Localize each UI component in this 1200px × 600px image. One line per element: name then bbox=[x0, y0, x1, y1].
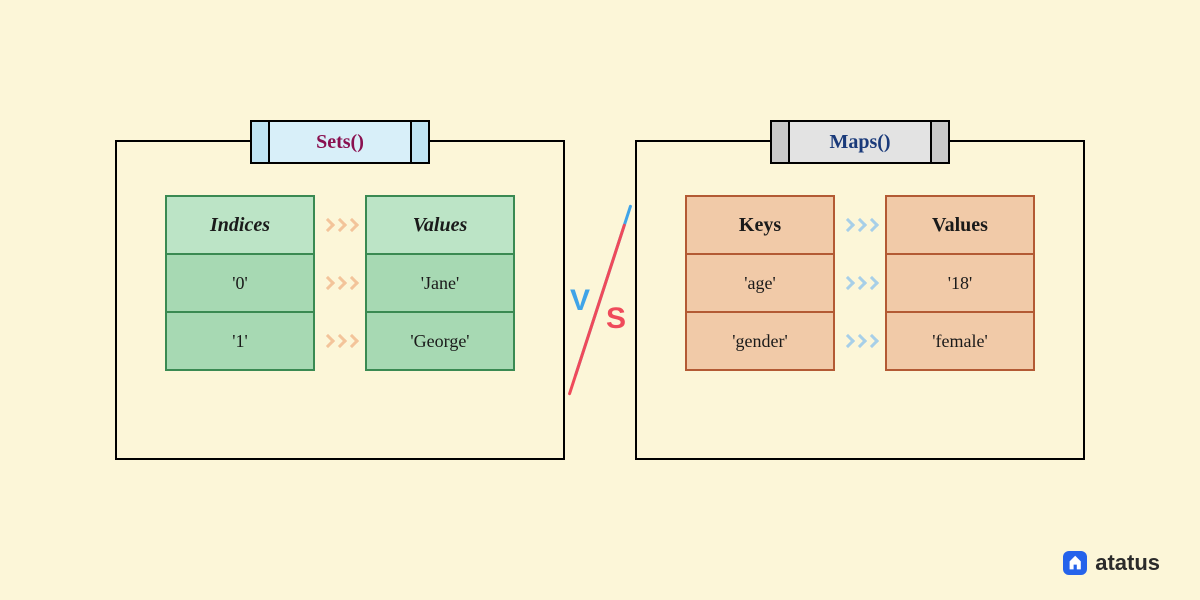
arrow-icon bbox=[315, 195, 365, 255]
maps-value-cell: 'female' bbox=[885, 311, 1035, 371]
vs-letter-v: V bbox=[570, 284, 590, 318]
vs-slash-red bbox=[568, 223, 626, 395]
sets-value-cell: 'George' bbox=[365, 311, 515, 371]
brand: atatus bbox=[1063, 550, 1160, 576]
maps-col1-header: Keys bbox=[685, 195, 835, 255]
arrow-icon bbox=[835, 195, 885, 255]
maps-key-cell: 'gender' bbox=[685, 311, 835, 371]
vs-letter-s: S bbox=[606, 302, 626, 336]
vs-slash-blue bbox=[574, 204, 632, 376]
maps-title: Maps() bbox=[790, 122, 930, 162]
sets-grid: Indices Values '0' 'Jane' '1' 'George' bbox=[165, 197, 515, 371]
brand-icon bbox=[1063, 551, 1087, 575]
diagram-stage: Sets() Indices Values '0' 'Jane' '1' 'Ge… bbox=[0, 0, 1200, 600]
tab-side-right bbox=[930, 122, 948, 162]
tab-side-right bbox=[410, 122, 428, 162]
maps-value-cell: '18' bbox=[885, 253, 1035, 313]
sets-panel: Sets() Indices Values '0' 'Jane' '1' 'Ge… bbox=[115, 140, 565, 460]
sets-value-cell: 'Jane' bbox=[365, 253, 515, 313]
arrow-icon bbox=[315, 311, 365, 371]
arrow-icon bbox=[835, 311, 885, 371]
brand-name: atatus bbox=[1095, 550, 1160, 576]
sets-col1-header: Indices bbox=[165, 195, 315, 255]
maps-tab: Maps() bbox=[770, 120, 950, 164]
sets-key-cell: '1' bbox=[165, 311, 315, 371]
maps-key-cell: 'age' bbox=[685, 253, 835, 313]
sets-col2-header: Values bbox=[365, 195, 515, 255]
arrow-icon bbox=[835, 253, 885, 313]
arrow-icon bbox=[315, 253, 365, 313]
tab-side-left bbox=[772, 122, 790, 162]
sets-title: Sets() bbox=[270, 122, 410, 162]
sets-tab: Sets() bbox=[250, 120, 430, 164]
tab-side-left bbox=[252, 122, 270, 162]
maps-grid: Keys Values 'age' '18' 'gender' 'female' bbox=[685, 197, 1035, 371]
sets-key-cell: '0' bbox=[165, 253, 315, 313]
maps-col2-header: Values bbox=[885, 195, 1035, 255]
maps-panel: Maps() Keys Values 'age' '18' 'gender' '… bbox=[635, 140, 1085, 460]
